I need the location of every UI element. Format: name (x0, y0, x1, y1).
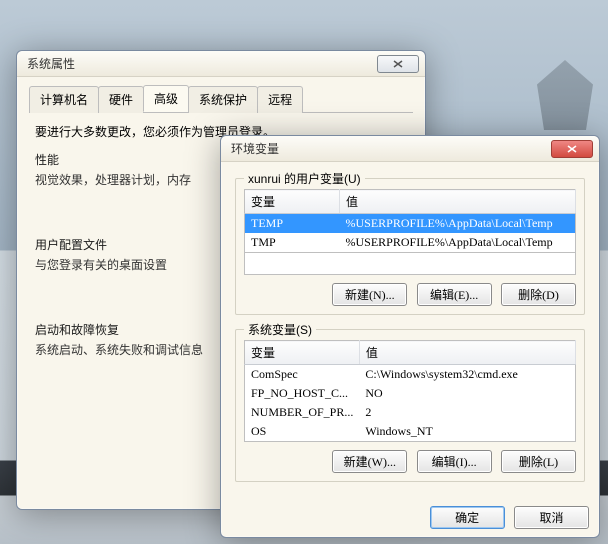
user-edit-button[interactable]: 编辑(E)... (417, 283, 492, 306)
ok-button[interactable]: 确定 (430, 506, 505, 529)
sysprops-tabstrip: 计算机名 硬件 高级 系统保护 远程 (29, 85, 413, 113)
env-title: 环境变量 (231, 140, 549, 157)
environment-variables-window: 环境变量 xunrui 的用户变量(U) 变量 值 TEMP%USERPROFI… (220, 135, 600, 538)
close-icon (392, 59, 404, 69)
col-value[interactable]: 值 (340, 190, 576, 214)
env-titlebar[interactable]: 环境变量 (221, 136, 599, 162)
sysprops-titlebar[interactable]: 系统属性 (17, 51, 425, 77)
user-vars-legend: xunrui 的用户变量(U) (244, 170, 365, 187)
tab-remote[interactable]: 远程 (257, 86, 303, 113)
table-row[interactable]: TMP%USERPROFILE%\AppData\Local\Temp (245, 233, 576, 253)
col-value[interactable]: 值 (359, 341, 575, 365)
sysprops-title: 系统属性 (27, 55, 375, 72)
tab-hardware[interactable]: 硬件 (98, 86, 144, 113)
system-vars-group: 系统变量(S) 变量 值 ComSpecC:\Windows\system32\… (235, 329, 585, 482)
col-name[interactable]: 变量 (245, 190, 340, 214)
close-icon (566, 144, 578, 154)
user-delete-button[interactable]: 删除(D) (501, 283, 576, 306)
user-vars-group: xunrui 的用户变量(U) 变量 值 TEMP%USERPROFILE%\A… (235, 178, 585, 315)
tab-advanced[interactable]: 高级 (143, 85, 189, 112)
sys-new-button[interactable]: 新建(W)... (332, 450, 407, 473)
env-close-button[interactable] (551, 140, 593, 158)
system-vars-legend: 系统变量(S) (244, 321, 316, 338)
table-row[interactable]: ComSpecC:\Windows\system32\cmd.exe (245, 365, 576, 385)
bg-building (530, 60, 600, 130)
sysprops-close-button[interactable] (377, 55, 419, 73)
table-row[interactable]: TEMP%USERPROFILE%\AppData\Local\Temp (245, 214, 576, 234)
table-row[interactable]: FP_NO_HOST_C...NO (245, 384, 576, 403)
tab-system-protection[interactable]: 系统保护 (188, 86, 258, 113)
table-row[interactable]: OSWindows_NT (245, 422, 576, 442)
sys-edit-button[interactable]: 编辑(I)... (417, 450, 492, 473)
table-row[interactable]: NUMBER_OF_PR...2 (245, 403, 576, 422)
cancel-button[interactable]: 取消 (514, 506, 589, 529)
sys-delete-button[interactable]: 删除(L) (501, 450, 576, 473)
col-name[interactable]: 变量 (245, 341, 360, 365)
user-new-button[interactable]: 新建(N)... (332, 283, 407, 306)
user-vars-table[interactable]: 变量 值 TEMP%USERPROFILE%\AppData\Local\Tem… (244, 189, 576, 253)
system-vars-table[interactable]: 变量 值 ComSpecC:\Windows\system32\cmd.exeF… (244, 340, 576, 442)
tab-computer-name[interactable]: 计算机名 (29, 86, 99, 113)
